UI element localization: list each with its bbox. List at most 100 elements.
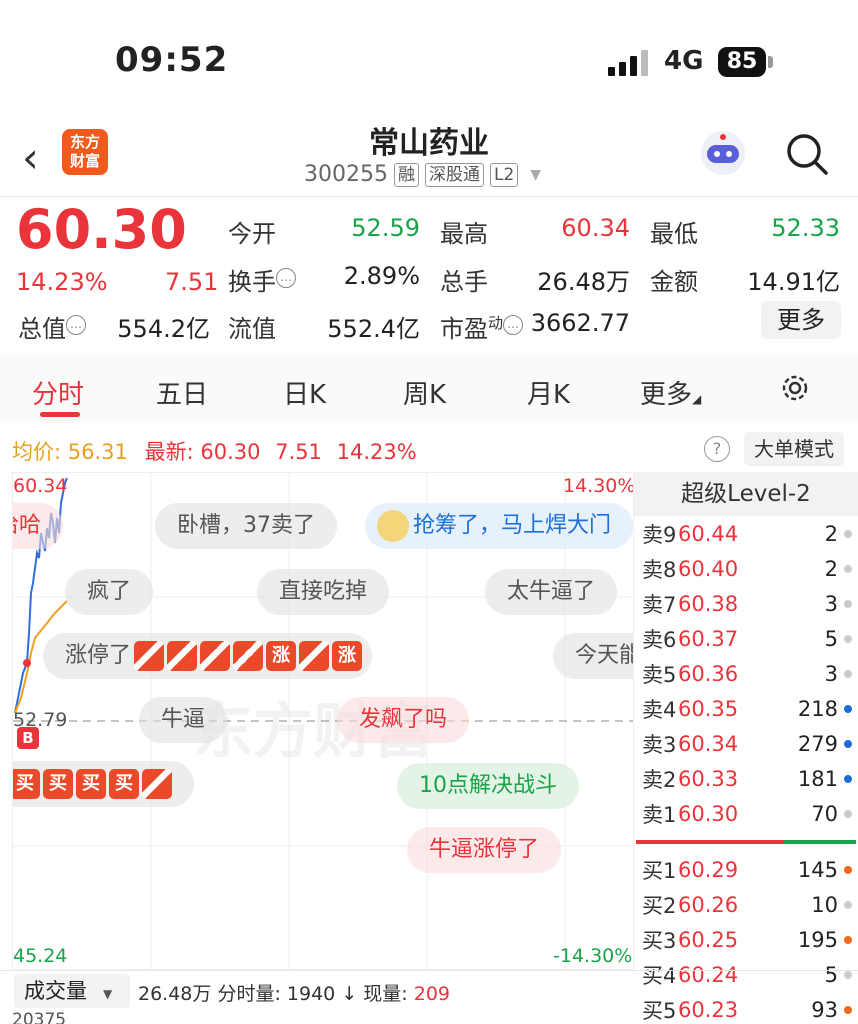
danmu-comment[interactable]: 今天能	[553, 633, 633, 679]
danmu-comment[interactable]: 太牛逼了	[485, 569, 618, 615]
robot-assistant-icon[interactable]	[698, 128, 748, 178]
high-label: 最高	[440, 220, 488, 248]
bid-level-label: 买5	[642, 998, 677, 1023]
bid-row[interactable]: 买5 60.23 93	[642, 992, 852, 1024]
level2-title[interactable]: 超级Level-2	[634, 472, 858, 516]
trade-marker	[23, 659, 31, 667]
bid-row[interactable]: 买4 60.24 5	[642, 957, 852, 992]
now-volume: 209	[413, 983, 450, 1005]
tag-connect: 深股通	[424, 162, 484, 187]
mktcap-value: 554.2亿	[117, 315, 210, 343]
latest-change: 7.51	[275, 440, 322, 464]
info-icon[interactable]: …	[66, 315, 86, 335]
triangle-icon: ◢	[692, 392, 702, 406]
ask-row[interactable]: 卖1 60.30 70	[642, 796, 852, 831]
volume-value: 26.48万	[537, 268, 630, 296]
buy-marker-icon[interactable]: B	[17, 727, 39, 749]
indicator-select[interactable]: 成交量 ▼	[14, 974, 130, 1008]
gear-icon[interactable]	[778, 371, 812, 405]
pe-value: 3662.77	[530, 309, 630, 337]
danmu-comment-text: 涨停了	[65, 643, 132, 668]
ask-row[interactable]: 卖7 60.38 3	[642, 586, 852, 621]
bid-volume: 93	[811, 997, 838, 1022]
danmu-comment[interactable]: 牛逼涨停了	[407, 827, 562, 873]
ask-row[interactable]: 卖6 60.37 5	[642, 621, 852, 656]
chart-bottom-pct: -14.30%	[553, 945, 633, 967]
ask-level-label: 卖2	[642, 767, 677, 792]
buy-badge-icon: 买	[13, 769, 40, 799]
latest-percent: 14.23%	[336, 440, 417, 464]
bid-row[interactable]: 买1 60.29 145	[642, 852, 852, 887]
chart-top-pct: 14.30%	[563, 475, 634, 497]
order-dot-icon	[844, 599, 852, 608]
divider	[0, 196, 858, 197]
help-icon[interactable]: ?	[704, 436, 730, 462]
ask-price: 60.38	[678, 591, 739, 616]
ask-row[interactable]: 卖8 60.40 2	[642, 551, 852, 586]
bid-price: 60.24	[678, 962, 739, 987]
order-dot-icon	[844, 634, 852, 643]
danmu-comment[interactable]: 抢筹了，马上焊大门	[365, 503, 633, 549]
tab-month-k[interactable]: 月K	[527, 374, 570, 411]
volume-info: 26.48万 分时量: 1940 ↓ 现量: 209	[138, 979, 450, 1006]
info-icon[interactable]: …	[276, 268, 296, 288]
danmu-comment[interactable]: 牛逼	[139, 697, 228, 743]
chart-legend-row: 均价: 56.31 最新: 60.30 7.51 14.23%	[12, 436, 417, 466]
float-label: 流值	[228, 315, 276, 343]
mktcap-label-text: 总值	[18, 315, 66, 343]
ask-volume: 3	[824, 591, 838, 616]
buy-badge-icon: 买	[43, 769, 73, 799]
tab-5day[interactable]: 五日	[156, 374, 208, 411]
danmu-comment[interactable]: 发飙了吗	[337, 697, 470, 743]
tab-week-k[interactable]: 周K	[403, 374, 446, 411]
danmu-comment[interactable]: 卧槽，37卖了	[155, 503, 337, 549]
ask-price: 60.30	[678, 801, 739, 826]
stock-code-row[interactable]: 300255 融 深股通 L2 ▼	[304, 162, 541, 187]
danmu-comment[interactable]: 疯了	[65, 569, 154, 615]
signal-icon	[608, 50, 648, 76]
buy-badge-icon: 买	[109, 769, 139, 799]
search-icon[interactable]	[784, 131, 830, 177]
more-button[interactable]: 更多	[761, 301, 841, 339]
bid-price: 60.23	[678, 997, 739, 1022]
bid-row[interactable]: 买2 60.26 10	[642, 887, 852, 922]
amount-value: 14.91亿	[747, 268, 840, 296]
ask-row[interactable]: 卖9 60.44 2	[642, 516, 852, 551]
order-dot-icon	[844, 774, 852, 783]
ask-price: 60.37	[678, 626, 739, 651]
rise-badge-icon: 涨	[266, 641, 297, 671]
tab-more[interactable]: 更多◢	[640, 374, 701, 411]
danmu-comment[interactable]: 直接吃掉	[257, 569, 390, 615]
ask-price: 60.36	[678, 661, 739, 686]
tag-margin: 融	[393, 162, 419, 187]
bid-volume: 195	[797, 927, 838, 952]
tab-intraday[interactable]: 分时	[32, 374, 84, 411]
pe-sup: 动	[488, 314, 504, 332]
volume-label: 总手	[440, 268, 488, 296]
latest-label: 最新:	[144, 440, 194, 464]
tab-day-k[interactable]: 日K	[283, 374, 326, 411]
big-order-mode-button[interactable]: 大单模式	[744, 432, 844, 466]
turnover-label-text: 换手	[228, 268, 276, 296]
order-dot-icon	[844, 1005, 852, 1014]
ask-row[interactable]: 卖4 60.35 218	[642, 691, 852, 726]
bid-price: 60.25	[678, 927, 739, 952]
ask-row[interactable]: 卖2 60.33 181	[642, 761, 852, 796]
latest-value: 60.30	[200, 440, 261, 464]
info-icon[interactable]: …	[503, 315, 524, 335]
high-value: 60.34	[561, 214, 630, 242]
avatar-icon	[377, 510, 409, 542]
ask-row[interactable]: 卖5 60.36 3	[642, 656, 852, 691]
bid-row[interactable]: 买3 60.25 195	[642, 922, 852, 957]
danmu-comment[interactable]: 10点解决战斗	[397, 763, 579, 809]
order-dot-icon	[844, 704, 852, 713]
ask-row[interactable]: 卖3 60.34 279	[642, 726, 852, 761]
stock-code: 300255	[304, 162, 388, 187]
danmu-comment[interactable]: 哈哈哈	[13, 503, 64, 549]
danmu-comment[interactable]: 涨停了 涨 涨	[43, 633, 373, 679]
danmu-comment[interactable]: 买买买买	[13, 761, 194, 807]
bid-price: 60.29	[678, 857, 739, 882]
network-type: 4G	[664, 46, 704, 76]
intraday-chart[interactable]: 东方财富 60.34 45.24 52.79 14.30% -14.30% B …	[12, 472, 634, 970]
ask-ratio-bar	[784, 840, 856, 844]
